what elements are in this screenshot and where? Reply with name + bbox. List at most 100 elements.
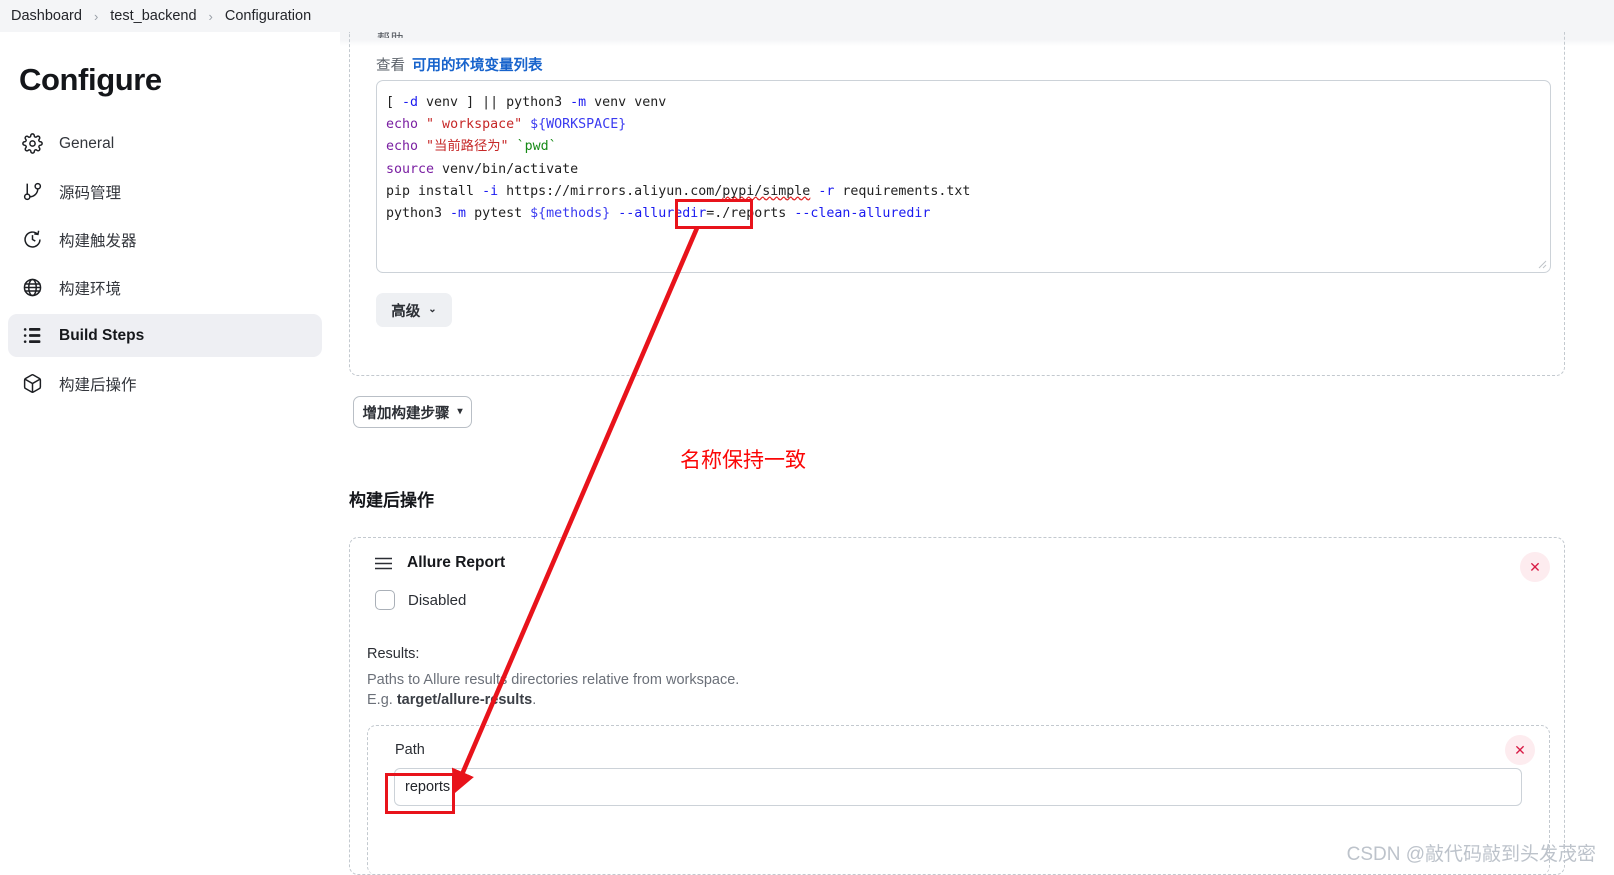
gear-icon [20,132,44,156]
disabled-checkbox[interactable] [375,590,395,610]
disabled-checkbox-row[interactable]: Disabled [375,590,466,610]
code-token: pytest [466,206,531,222]
results-example-suffix: . [532,692,537,708]
path-input[interactable] [394,768,1522,806]
sidebar-item-label: Build Steps [59,326,145,344]
code-token: =./reports [706,206,795,222]
code-token: venv/bin/activate [434,161,579,177]
code-token: echo [386,139,419,155]
code-token: "当前路径为" [426,139,509,155]
sidebar-item-label: 构建触发器 [59,232,137,250]
sidebar: Configure General 源码管理 构建触发器 构建环境 Build … [0,32,340,875]
sidebar-nav: General 源码管理 构建触发器 构建环境 Build Steps 构建后操… [8,122,322,410]
code-token: ${methods} [530,206,611,222]
clipped-help-label: 帮助 [377,32,404,38]
code-lines: [ -d venv ] || python3 -m venv venv echo … [386,92,1550,225]
add-build-step-label: 增加构建步骤 [362,405,450,422]
results-example-value: target/allure-results [396,692,533,708]
path-label: Path [395,742,425,758]
code-token: ${WORKSPACE} [530,117,627,133]
sidebar-item-build-environment[interactable]: 构建环境 [8,266,322,309]
disabled-checkbox-label: Disabled [408,591,467,609]
code-token: [ [386,95,403,110]
results-label: Results: [367,646,420,662]
code-token: requirements.txt [834,183,971,199]
resize-handle-icon[interactable] [1535,257,1547,269]
sidebar-item-label: 构建后操作 [59,376,137,394]
code-token: python3 [386,206,451,222]
breadcrumb-item-dashboard[interactable]: Dashboard [9,8,84,24]
sidebar-item-triggers[interactable]: 构建触发器 [8,218,322,261]
advanced-button-label: 高级 [391,303,421,320]
clock-icon [20,228,44,252]
code-token: `pwd` [516,139,557,155]
breadcrumb-item-configuration[interactable]: Configuration [223,8,313,24]
code-line: echo "当前路径为" `pwd` [386,136,1550,158]
results-example: E.g. target/allure-results. [367,692,536,708]
shell-command-textarea[interactable]: [ -d venv ] || python3 -m venv venv echo … [376,80,1551,273]
remove-path-button[interactable]: ✕ [1505,735,1535,765]
code-token: https://mirrors.aliyun.com/ [498,183,723,199]
app-root: Dashboard › test_backend › Configuration… [0,0,1614,875]
list-icon [20,324,44,348]
results-example-prefix: E.g. [367,692,397,708]
env-vars-line: 查看 可用的环境变量列表 [376,54,543,75]
breadcrumb-item-project[interactable]: test_backend [108,8,198,24]
allure-report-panel: Allure Report ✕ Disabled Results: Paths … [349,537,1565,875]
code-token: echo [386,117,419,133]
breadcrumb: Dashboard › test_backend › Configuration [0,0,1614,32]
remove-allure-panel-button[interactable]: ✕ [1520,552,1550,582]
code-token: " workspace" [426,117,523,133]
watermark: CSDN @敲代码敲到头发茂密 [1346,844,1596,865]
git-branch-icon [20,180,44,204]
code-token: -d [402,95,419,110]
code-token: --alluredir [618,206,707,222]
close-icon: ✕ [1514,742,1526,758]
code-token: venv ] || python3 [418,95,571,110]
sidebar-item-build-steps[interactable]: Build Steps [8,314,322,357]
post-build-heading: 构建后操作 [349,491,434,510]
sidebar-item-post-build[interactable]: 构建后操作 [8,362,322,405]
code-line: pip install -i https://mirrors.aliyun.co… [386,181,1550,203]
breadcrumb-separator-icon: › [208,8,213,24]
code-token: venv venv [586,95,667,110]
sidebar-item-label: General [59,134,115,152]
results-description: Paths to Allure results directories rela… [367,672,740,688]
sidebar-item-label: 构建环境 [59,280,122,298]
build-step-panel: 帮助 查看 可用的环境变量列表 [ -d venv ] || python3 -… [349,32,1565,376]
code-token: -i [482,183,499,199]
advanced-button[interactable]: 高级 ⌄ [376,293,452,327]
package-icon [20,372,44,396]
env-vars-prefix: 查看 [376,58,405,74]
sidebar-item-scm[interactable]: 源码管理 [8,170,322,213]
env-vars-link[interactable]: 可用的环境变量列表 [412,58,543,74]
sidebar-item-general[interactable]: General [8,122,322,165]
main-content: 帮助 查看 可用的环境变量列表 [ -d venv ] || python3 -… [340,32,1614,875]
globe-icon [20,276,44,300]
code-line: echo " workspace" ${WORKSPACE} [386,114,1550,136]
add-build-step-button[interactable]: 增加构建步骤 ▾ [353,396,472,428]
drag-handle-icon[interactable] [374,556,393,571]
allure-panel-header: Allure Report [374,554,505,572]
code-token: -r [818,183,835,199]
close-icon: ✕ [1529,559,1541,575]
chevron-down-icon: ⌄ [428,304,437,315]
code-token: pypi/simple [722,183,811,199]
code-line: source venv/bin/activate [386,159,1550,181]
page-title: Configure [19,62,162,97]
sidebar-item-label: 源码管理 [59,184,122,202]
code-token: source [386,161,435,177]
code-token: pip install [386,183,483,199]
code-token: -m [570,95,587,110]
code-token: --clean-alluredir [794,206,931,222]
code-line: python3 -m pytest ${methods} --alluredir… [386,203,1550,225]
caret-down-icon: ▾ [457,406,463,417]
code-token: -m [450,206,467,222]
allure-panel-title: Allure Report [407,554,506,571]
code-line: [ -d venv ] || python3 -m venv venv [386,92,1550,114]
